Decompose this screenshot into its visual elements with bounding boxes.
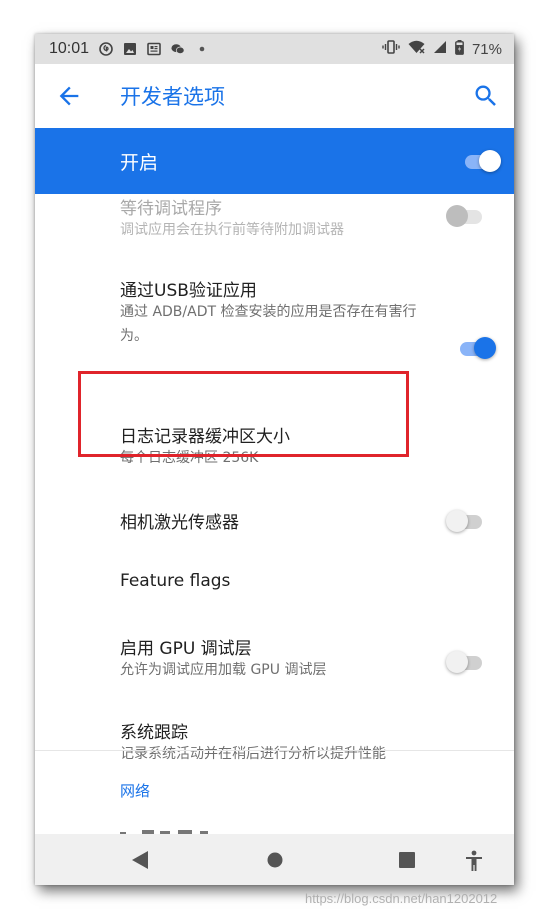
battery-icon — [455, 39, 464, 59]
status-right-group: 71% — [382, 39, 502, 59]
vibrate-icon — [382, 40, 400, 58]
highlight-box — [78, 371, 409, 457]
setting-enable-gpu-debug-layers[interactable]: 启用 GPU 调试层 允许为调试应用加载 GPU 调试层 — [35, 634, 514, 690]
status-bar: 10:01 71% — [35, 34, 514, 64]
phone-screen: 10:01 71% 开发者选项 开启 等待调试程序 调试应用会在执行前等待附加调… — [35, 34, 514, 885]
navigation-bar — [35, 834, 514, 885]
more-dot-icon — [195, 42, 209, 56]
setting-system-tracing[interactable]: 系统跟踪 记录系统活动并在稍后进行分析以提升性能 — [35, 718, 514, 762]
wifi-icon — [408, 40, 425, 58]
netease-music-icon — [99, 42, 113, 56]
page-title: 开发者选项 — [120, 85, 225, 109]
setting-feature-flags[interactable]: Feature flags — [35, 571, 514, 601]
setting-title: 系统跟踪 — [120, 723, 188, 743]
image-icon — [123, 42, 137, 56]
category-network: 网络 — [120, 782, 151, 800]
setting-verify-apps-over-usb[interactable]: 通过USB验证应用 通过 ADB/ADT 检查安装的应用是否存在有害行为。 — [35, 276, 514, 359]
home-circle-icon[interactable] — [267, 852, 283, 868]
setting-wait-for-debugger[interactable]: 等待调试程序 调试应用会在执行前等待附加调试器 — [35, 194, 514, 248]
verify-usb-toggle[interactable] — [456, 336, 496, 360]
master-switch-toggle[interactable] — [461, 149, 501, 173]
setting-title: 等待调试程序 — [120, 199, 222, 219]
search-icon[interactable] — [472, 82, 500, 110]
toggle-thumb — [446, 205, 468, 227]
camera-laser-toggle[interactable] — [446, 509, 486, 533]
setting-summary: 通过 ADB/ADT 检查安装的应用是否存在有害行为。 — [120, 304, 417, 344]
setting-title: 启用 GPU 调试层 — [120, 639, 252, 659]
battery-percentage: 71% — [471, 40, 502, 58]
setting-title: 相机激光传感器 — [120, 513, 239, 533]
accessibility-icon[interactable] — [465, 850, 483, 872]
arrow-back-icon[interactable] — [55, 82, 83, 110]
recents-square-icon[interactable] — [399, 852, 415, 868]
settings-list: 等待调试程序 调试应用会在执行前等待附加调试器 通过USB验证应用 通过 ADB… — [35, 194, 514, 834]
master-switch-label: 开启 — [120, 151, 159, 174]
setting-summary: 允许为调试应用加载 GPU 调试层 — [120, 662, 327, 678]
back-triangle-icon[interactable] — [131, 850, 149, 870]
status-time: 10:01 — [49, 40, 90, 57]
setting-title: Feature flags — [120, 571, 231, 591]
toggle-thumb — [479, 150, 501, 172]
setting-camera-laser-sensor[interactable]: 相机激光传感器 — [35, 508, 514, 538]
app-bar: 开发者选项 — [35, 64, 514, 128]
wait-debugger-toggle[interactable] — [446, 204, 486, 228]
cutoff-next-item — [120, 822, 280, 834]
screenshot-canvas: 10:01 71% 开发者选项 开启 等待调试程序 调试应用会在执行前等待附加调… — [0, 0, 549, 921]
wechat-icon — [171, 42, 185, 56]
setting-title: 通过USB验证应用 — [120, 281, 257, 301]
toggle-thumb — [446, 651, 468, 673]
section-divider — [35, 750, 514, 751]
watermark-text: https://blog.csdn.net/han1202012 — [305, 891, 498, 906]
setting-summary: 记录系统活动并在稍后进行分析以提升性能 — [120, 746, 386, 762]
gpu-debug-toggle[interactable] — [446, 650, 486, 674]
master-switch-bar[interactable]: 开启 — [35, 128, 514, 194]
news-icon — [147, 42, 161, 56]
toggle-thumb — [474, 337, 496, 359]
signal-icon — [433, 40, 447, 58]
toggle-thumb — [446, 510, 468, 532]
setting-summary: 调试应用会在执行前等待附加调试器 — [120, 222, 344, 238]
